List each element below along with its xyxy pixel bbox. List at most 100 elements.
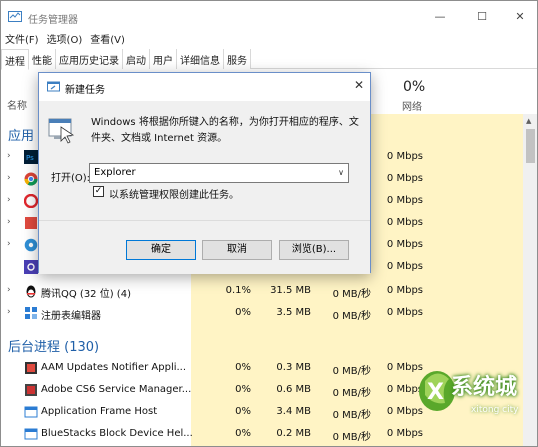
menu-bar: 文件(F) 选项(O) 查看(V) <box>1 31 133 49</box>
process-icon <box>25 362 37 374</box>
tab-users[interactable]: 用户 <box>150 49 177 69</box>
network-percent: 0% <box>403 79 426 95</box>
memory-cell: 31.5 MB <box>270 285 311 296</box>
process-name: BlueStacks Block Device Hel... <box>41 428 193 439</box>
expand-chevron-icon[interactable]: › <box>7 217 11 227</box>
open-combobox[interactable]: Explorer ∨ <box>89 163 349 183</box>
expand-chevron-icon[interactable]: › <box>7 307 11 317</box>
title-bar: 任务管理器 — ☐ ✕ <box>1 1 537 31</box>
dialog-button-bar: 确定 取消 浏览(B)... <box>39 220 370 274</box>
globe-icon <box>24 238 38 252</box>
process-name: Adobe CS6 Service Manager... <box>41 384 192 395</box>
tab-services[interactable]: 服务 <box>224 49 251 69</box>
opera-icon <box>24 194 38 208</box>
dialog-title: 新建任务 <box>65 85 105 96</box>
process-name: 注册表编辑器 <box>41 311 101 322</box>
run-program-icon <box>48 118 75 144</box>
expand-chevron-icon[interactable]: › <box>7 151 11 161</box>
minimize-icon: — <box>434 9 446 23</box>
minimize-button[interactable]: — <box>425 6 455 26</box>
cpu-cell: 0% <box>235 307 251 318</box>
close-button[interactable]: ✕ <box>505 6 535 26</box>
disk-cell: 0 MB/秒 <box>332 311 371 322</box>
expand-chevron-icon[interactable]: › <box>7 195 11 205</box>
admin-privileges-label[interactable]: 以系统管理权限创建此任务。 <box>109 186 239 201</box>
watermark-logo: X 系统城 xitong city <box>415 357 535 429</box>
cpu-cell: 0.1% <box>225 285 251 296</box>
disk-cell: 0 MB/秒 <box>332 388 371 399</box>
close-icon: ✕ <box>515 9 525 23</box>
network-cell: 0 Mbps <box>386 239 423 250</box>
memory-cell: 3.4 MB <box>276 406 311 417</box>
create-new-task-dialog: 新建任务 ✕ Windows 将根据你所键入的名称，为你打开相应的程序、文件夹、… <box>38 72 371 274</box>
tab-performance[interactable]: 性能 <box>29 49 56 69</box>
cancel-button[interactable]: 取消 <box>202 240 272 260</box>
scrollbar-thumb[interactable] <box>526 129 535 163</box>
cpu-cell: 0% <box>235 406 251 417</box>
run-icon <box>47 81 60 92</box>
dialog-description: Windows 将根据你所键入的名称，为你打开相应的程序、文件夹、文档或 Int… <box>91 117 359 144</box>
dialog-title-bar: 新建任务 ✕ <box>39 73 370 101</box>
tab-strip: 进程 性能 应用历史记录 启动 用户 详细信息 服务 <box>1 49 537 70</box>
task-manager-icon <box>8 11 22 22</box>
column-header-name[interactable]: 名称 <box>7 97 27 112</box>
table-row[interactable]: › 腾讯QQ (32 位) (4) 0.1% 31.5 MB 0 MB/秒 0 … <box>1 281 523 303</box>
process-name: AAM Updates Notifier Appli... <box>41 362 187 373</box>
process-icon <box>24 406 38 418</box>
window-title: 任务管理器 <box>28 15 78 26</box>
disk-cell: 0 MB/秒 <box>332 432 371 443</box>
process-name: Application Frame Host <box>41 406 158 417</box>
open-input-value[interactable]: Explorer <box>94 167 136 178</box>
admin-privileges-checkbox[interactable]: ✓ <box>93 186 104 197</box>
menu-file[interactable]: 文件(F) <box>5 31 39 49</box>
qq-penguin-icon <box>26 285 36 298</box>
photoshop-icon: Ps <box>24 150 38 164</box>
disk-cell: 0 MB/秒 <box>332 366 371 377</box>
cpu-cell: 0% <box>235 384 251 395</box>
disk-cell: 0 MB/秒 <box>332 289 371 300</box>
network-cell: 0 Mbps <box>386 173 423 184</box>
cpu-cell: 0% <box>235 428 251 439</box>
memory-cell: 3.5 MB <box>276 307 311 318</box>
group-header-apps: 应用 <box>8 129 35 144</box>
watermark-subtext: xitong city <box>471 405 519 415</box>
network-cell: 0 Mbps <box>386 428 423 439</box>
open-label: 打开(O): <box>51 173 91 184</box>
maximize-icon: ☐ <box>477 9 487 23</box>
network-cell: 0 Mbps <box>386 307 423 318</box>
svg-text:Ps: Ps <box>26 154 34 162</box>
expand-chevron-icon[interactable]: › <box>7 239 11 249</box>
process-name: 腾讯QQ (32 位) (4) <box>41 289 131 300</box>
registry-editor-icon <box>25 307 37 319</box>
network-cell: 0 Mbps <box>386 195 423 206</box>
tab-startup[interactable]: 启动 <box>123 49 150 69</box>
menu-options[interactable]: 选项(O) <box>47 31 83 49</box>
app-icon <box>25 217 37 229</box>
disk-cell: 0 MB/秒 <box>332 410 371 421</box>
memory-cell: 0.2 MB <box>276 428 311 439</box>
table-row[interactable]: › 注册表编辑器 0% 3.5 MB 0 MB/秒 0 Mbps <box>1 303 523 325</box>
expand-chevron-icon[interactable]: › <box>7 173 11 183</box>
network-cell: 0 Mbps <box>386 151 423 162</box>
menu-view[interactable]: 查看(V) <box>90 31 125 49</box>
process-icon <box>24 428 38 440</box>
tab-details[interactable]: 详细信息 <box>177 49 224 69</box>
network-cell: 0 Mbps <box>386 285 423 296</box>
scroll-up-icon[interactable]: ▲ <box>526 117 531 125</box>
svg-text:X: X <box>427 380 444 405</box>
network-cell: 0 Mbps <box>386 261 423 272</box>
memory-cell: 0.6 MB <box>276 384 311 395</box>
chevron-down-icon[interactable]: ∨ <box>338 168 344 177</box>
tab-processes[interactable]: 进程 <box>1 49 29 70</box>
dialog-close-icon[interactable]: ✕ <box>354 78 364 92</box>
memory-cell: 0.3 MB <box>276 362 311 373</box>
maximize-button[interactable]: ☐ <box>467 6 497 26</box>
settings-app-icon <box>24 260 38 274</box>
watermark-text: 系统城 <box>451 375 518 400</box>
ok-button[interactable]: 确定 <box>126 240 196 260</box>
expand-chevron-icon[interactable]: › <box>7 285 11 295</box>
column-header-network[interactable]: 网络 <box>402 98 422 113</box>
group-header-background: 后台进程 (130) <box>8 340 100 355</box>
tab-app-history[interactable]: 应用历史记录 <box>56 49 123 69</box>
browse-button[interactable]: 浏览(B)... <box>279 240 349 260</box>
